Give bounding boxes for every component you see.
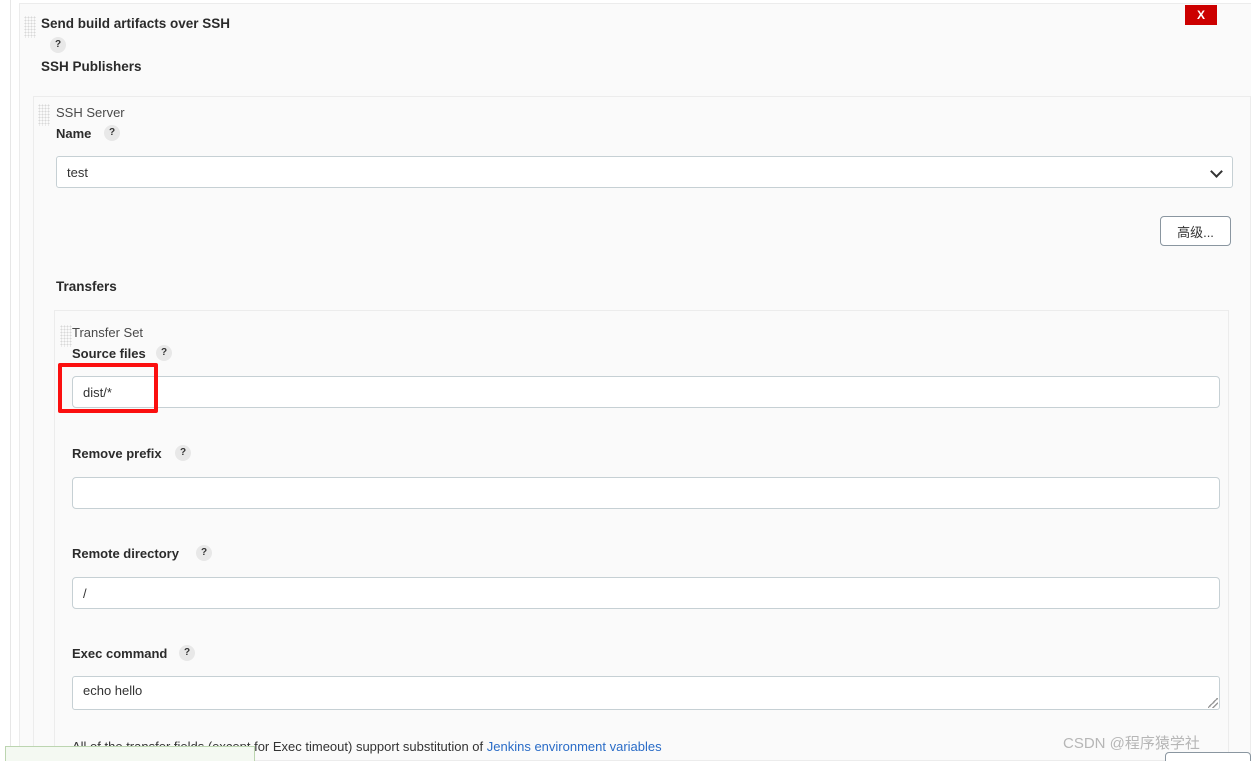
ssh-server-name-select[interactable]: test: [56, 156, 1233, 188]
csdn-watermark: CSDN @程序猿学社: [1063, 735, 1200, 752]
bottom-action-button-partial[interactable]: [1165, 752, 1251, 761]
remote-directory-input[interactable]: [72, 577, 1220, 609]
selection-highlight-box: [5, 746, 255, 761]
remove-prefix-input[interactable]: [72, 477, 1220, 509]
source-files-help-icon[interactable]: ?: [156, 345, 172, 361]
remote-directory-label: Remote directory: [72, 546, 179, 561]
jenkins-ssh-publisher-screen: X Send build artifacts over SSH ? SSH Pu…: [0, 0, 1251, 761]
close-button[interactable]: X: [1185, 5, 1217, 25]
exec-command-help-icon[interactable]: ?: [179, 645, 195, 661]
jenkins-environment-variables-link[interactable]: Jenkins environment variables: [487, 739, 662, 754]
advanced-button[interactable]: 高级...: [1160, 216, 1231, 246]
source-files-input[interactable]: [72, 376, 1220, 408]
ssh-server-name-label: Name: [56, 126, 92, 141]
ssh-server-section-label: SSH Server: [56, 105, 125, 120]
remove-prefix-help-icon[interactable]: ?: [175, 445, 191, 461]
drag-handle-ssh-server-icon[interactable]: [38, 104, 50, 126]
exec-command-textarea[interactable]: echo hello: [72, 676, 1220, 710]
drag-handle-publisher-icon[interactable]: [24, 16, 36, 38]
transfers-heading: Transfers: [56, 279, 117, 294]
transfer-set-label: Transfer Set: [72, 325, 144, 340]
remove-prefix-label: Remove prefix: [72, 446, 162, 461]
publisher-subtitle: SSH Publishers: [41, 59, 142, 74]
ssh-server-name-help-icon[interactable]: ?: [104, 125, 120, 141]
exec-command-label: Exec command: [72, 646, 168, 661]
ssh-server-name-select-wrap: test: [56, 156, 1233, 188]
source-files-label: Source files: [72, 346, 146, 361]
gutter-rail-outer: [10, 0, 11, 761]
publisher-title: Send build artifacts over SSH: [41, 16, 231, 31]
drag-handle-transfer-set-icon[interactable]: [60, 325, 72, 347]
remote-directory-help-icon[interactable]: ?: [196, 545, 212, 561]
publisher-help-icon[interactable]: ?: [50, 37, 66, 53]
